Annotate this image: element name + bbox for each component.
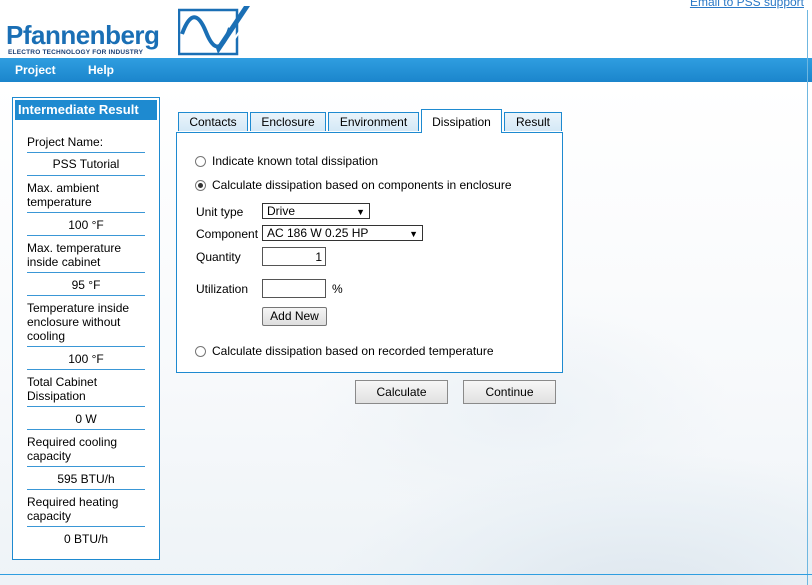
continue-button[interactable]: Continue (463, 380, 556, 404)
divider (27, 346, 145, 347)
divider (27, 406, 145, 407)
intermediate-result-panel: Intermediate Result Project Name: PSS Tu… (12, 97, 160, 560)
component-label: Component (196, 227, 259, 241)
dissipation-panel: Indicate known total dissipation Calcula… (176, 132, 563, 373)
tab-enclosure[interactable]: Enclosure (250, 112, 326, 131)
divider (27, 489, 145, 490)
radio-recorded-label: Calculate dissipation based on recorded … (212, 344, 494, 358)
chevron-down-icon: ▼ (356, 207, 365, 217)
header: Pfannenberg ELECTRO TECHNOLOGY FOR INDUS… (0, 0, 812, 58)
panel-title: Intermediate Result (15, 100, 157, 120)
radio-button-checked-icon[interactable] (195, 180, 206, 191)
temp-without-cooling-value: 100 °F (68, 352, 104, 366)
max-inside-temp-label: Max. temperature inside cabinet (27, 241, 122, 269)
logo-subtitle: ELECTRO TECHNOLOGY FOR INDUSTRY (8, 49, 144, 56)
radio-components-label: Calculate dissipation based on component… (212, 178, 512, 192)
menu-project[interactable]: Project (15, 63, 56, 77)
divider (27, 295, 145, 296)
required-cooling-value: 595 BTU/h (57, 472, 115, 486)
quantity-label: Quantity (196, 250, 241, 264)
required-cooling-label: Required cooling capacity (27, 435, 118, 463)
email-support-link[interactable]: Email to PSS support (690, 0, 804, 9)
divider (27, 429, 145, 430)
project-name-label: Project Name: (27, 135, 104, 149)
calculate-button[interactable]: Calculate (355, 380, 448, 404)
max-ambient-temp-label: Max. ambient temperature (27, 181, 100, 209)
utilization-label: Utilization (196, 282, 249, 296)
divider (27, 212, 145, 213)
divider (27, 272, 145, 273)
required-heating-label: Required heating capacity (27, 495, 119, 523)
tab-contacts[interactable]: Contacts (178, 112, 248, 131)
divider (27, 175, 145, 176)
total-dissipation-value: 0 W (75, 412, 97, 426)
radio-button-icon[interactable] (195, 156, 206, 167)
required-heating-value: 0 BTU/h (63, 532, 108, 546)
component-value: AC 186 W 0.25 HP (267, 226, 369, 240)
temp-without-cooling-label: Temperature inside enclosure without coo… (27, 301, 130, 343)
footer-divider (0, 574, 812, 575)
radio-known-label: Indicate known total dissipation (212, 154, 379, 168)
chevron-down-icon: ▼ (409, 229, 418, 239)
max-inside-temp-value: 95 °F (71, 278, 101, 292)
divider (27, 235, 145, 236)
utilization-unit: % (332, 282, 343, 296)
utilization-input[interactable] (262, 279, 326, 298)
project-name-value: PSS Tutorial (52, 157, 120, 171)
divider (27, 369, 145, 370)
radio-components-dissipation[interactable]: Calculate dissipation based on component… (195, 177, 512, 193)
menu-bar: Project Help (0, 58, 812, 82)
unit-type-label: Unit type (196, 205, 244, 219)
pfannenberg-logo-icon (178, 6, 252, 56)
divider (27, 526, 145, 527)
unit-type-select[interactable]: Drive ▼ (262, 203, 370, 219)
logo-text: Pfannenberg (6, 20, 160, 50)
tab-result[interactable]: Result (504, 112, 562, 131)
tab-dissipation[interactable]: Dissipation (421, 109, 502, 133)
divider (27, 466, 145, 467)
radio-known-dissipation[interactable]: Indicate known total dissipation (195, 153, 378, 169)
radio-recorded-temperature[interactable]: Calculate dissipation based on recorded … (195, 343, 494, 359)
tab-environment[interactable]: Environment (328, 112, 419, 131)
total-dissipation-label: Total Cabinet Dissipation (27, 375, 98, 403)
divider (27, 152, 145, 153)
max-ambient-temp-value: 100 °F (68, 218, 104, 232)
component-select[interactable]: AC 186 W 0.25 HP ▼ (262, 225, 423, 241)
unit-type-value: Drive (267, 204, 296, 218)
menu-help[interactable]: Help (88, 63, 114, 77)
radio-button-icon[interactable] (195, 346, 206, 357)
right-border (807, 10, 808, 585)
quantity-input[interactable] (262, 247, 326, 266)
add-new-button[interactable]: Add New (262, 307, 327, 326)
